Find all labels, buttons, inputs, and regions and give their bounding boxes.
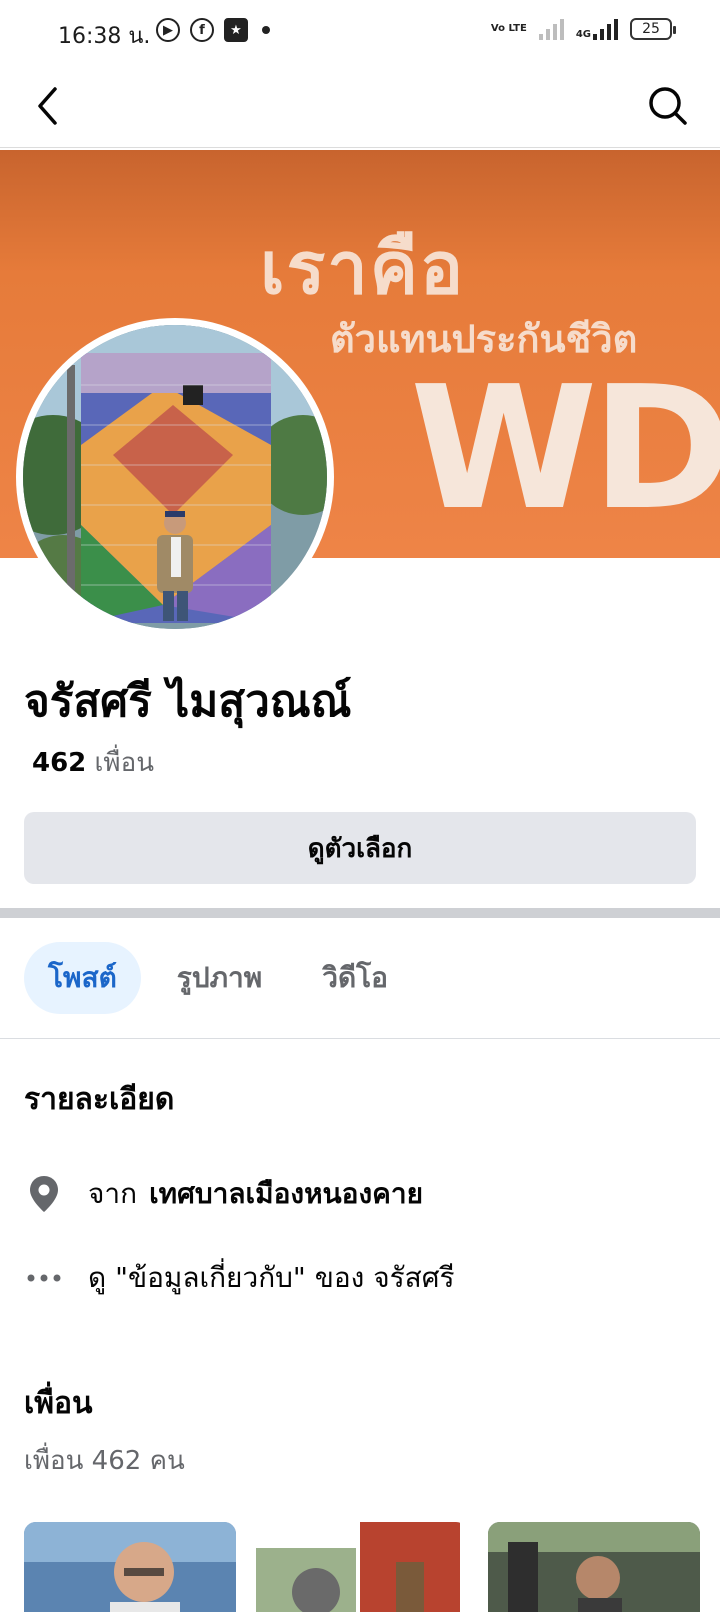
location-pin-icon — [24, 1174, 64, 1214]
facebook-icon: f — [190, 18, 214, 42]
notification-icons: ▶ f ★ — [156, 18, 270, 42]
friend-thumbnail[interactable] — [256, 1522, 468, 1612]
friends-label: เพื่อน — [94, 748, 154, 778]
more-dots-icon — [24, 1258, 64, 1298]
friends-count: 462 — [32, 748, 87, 778]
search-icon — [649, 87, 687, 125]
star-app-icon: ★ — [224, 18, 248, 42]
play-icon: ▶ — [156, 18, 180, 42]
chevron-left-icon — [38, 87, 57, 125]
hometown-place: เทศบาลเมืองหนองคาย — [149, 1177, 424, 1210]
view-options-button[interactable]: ดูตัวเลือก — [24, 812, 696, 884]
system-status-icons: Vo LTE 4G 25 — [490, 18, 676, 40]
section-divider — [0, 908, 720, 918]
top-nav-bar — [0, 72, 720, 148]
tab-photos[interactable]: รูปภาพ — [153, 942, 286, 1014]
friends-summary[interactable]: 462 เพื่อน — [32, 742, 154, 783]
details-title: รายละเอียด — [24, 1082, 175, 1117]
back-button[interactable] — [24, 82, 72, 130]
status-time: 16:38 น. — [58, 24, 151, 49]
cover-text-line3: WD — [410, 350, 720, 548]
volte-icon: Vo LTE — [490, 23, 527, 34]
signal-sim1-icon — [538, 18, 564, 40]
tabs-divider — [0, 1038, 720, 1039]
profile-name: จรัสศรี ไมสุวณณ์ — [24, 676, 352, 727]
more-notifications-dot — [262, 26, 270, 34]
about-link-text: ดู "ข้อมูลเกี่ยวกับ" ของ จรัสศรี — [88, 1261, 455, 1294]
detail-hometown[interactable]: จาก เทศบาลเมืองหนองคาย — [24, 1172, 423, 1216]
tab-videos[interactable]: วิดีโอ — [298, 942, 412, 1014]
battery-icon: 25 — [630, 18, 676, 40]
avatar-image — [23, 325, 327, 629]
search-button[interactable] — [644, 82, 692, 130]
hometown-prefix: จาก — [88, 1177, 138, 1210]
friends-grid — [24, 1522, 700, 1612]
status-bar: 16:38 น. ▶ f ★ Vo LTE 4G 25 — [0, 0, 720, 64]
friends-section-count: เพื่อน 462 คน — [24, 1446, 185, 1476]
friends-section-title: เพื่อน — [24, 1386, 93, 1421]
friend-thumbnail[interactable] — [24, 1522, 236, 1612]
friend-thumbnail[interactable] — [488, 1522, 700, 1612]
signal-sim2-icon: 4G — [576, 18, 618, 40]
tab-posts[interactable]: โพสต์ — [24, 942, 141, 1014]
detail-about-link[interactable]: ดู "ข้อมูลเกี่ยวกับ" ของ จรัสศรี — [24, 1256, 455, 1300]
profile-tabs: โพสต์ รูปภาพ วิดีโอ — [24, 942, 412, 1014]
profile-avatar[interactable] — [16, 318, 334, 636]
